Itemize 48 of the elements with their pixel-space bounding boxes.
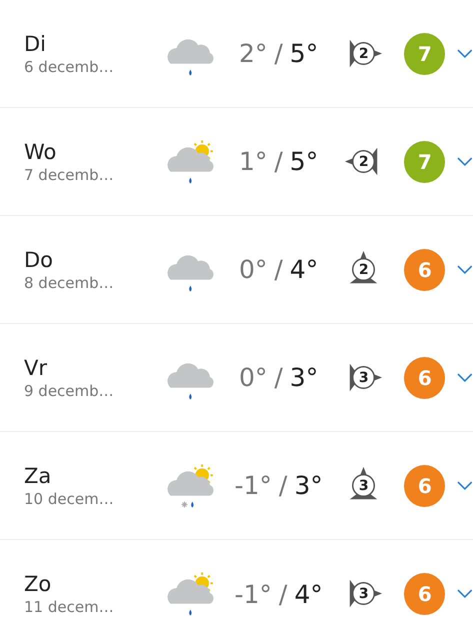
low-temperature: -1° — [234, 471, 272, 500]
date-label: 7 decemb… — [24, 166, 115, 184]
high-temperature: 5° — [290, 147, 318, 176]
chevron-down-icon[interactable] — [457, 264, 473, 274]
day-name: Di — [24, 32, 48, 56]
date-label: 6 decemb… — [24, 58, 115, 76]
chevron-down-icon[interactable] — [457, 156, 473, 166]
temperature-separator: / — [278, 580, 288, 608]
date-label: 8 decemb… — [24, 274, 115, 292]
wind-indicator: 2 — [341, 138, 386, 184]
high-temperature: 4° — [294, 580, 323, 608]
temperature-separator: / — [274, 255, 283, 284]
rating-badge: 6 — [404, 356, 446, 398]
chevron-down-icon[interactable] — [457, 480, 473, 490]
temperature-separator: / — [278, 471, 288, 500]
high-temperature: 3° — [290, 363, 318, 392]
low-temperature: 0° — [238, 255, 268, 284]
day-name: Zo — [24, 572, 52, 596]
wind-indicator: 2 — [341, 30, 386, 76]
date-label: 11 decem… — [24, 598, 115, 616]
low-temperature: 1° — [238, 147, 268, 176]
low-temperature: 2° — [238, 39, 268, 68]
day-name: Do — [24, 248, 54, 272]
wind-indicator: 3 — [341, 354, 386, 400]
chevron-down-icon[interactable] — [457, 589, 473, 599]
date-label: 9 decemb… — [24, 382, 115, 400]
high-temperature: 3° — [294, 471, 323, 500]
rating-badge: 7 — [404, 32, 446, 74]
wind-indicator: 3 — [341, 462, 386, 508]
high-temperature: 5° — [290, 39, 318, 68]
temperature-separator: / — [274, 147, 283, 176]
chevron-down-icon[interactable] — [457, 372, 473, 382]
wind-indicator: 2 — [341, 246, 386, 292]
day-name: Wo — [24, 140, 58, 164]
day-name: Za — [24, 464, 52, 488]
temperature-separator: / — [274, 39, 283, 68]
date-label: 10 decem… — [24, 490, 115, 508]
wind-indicator: 3 — [341, 571, 386, 617]
rating-badge: 6 — [404, 248, 446, 290]
temperature-separator: / — [274, 363, 283, 392]
day-name: Vr — [24, 356, 48, 380]
high-temperature: 4° — [290, 255, 318, 284]
low-temperature: -1° — [234, 580, 272, 608]
rating-badge: 6 — [404, 573, 446, 615]
low-temperature: 0° — [238, 363, 268, 392]
rating-badge: 6 — [404, 464, 446, 506]
chevron-down-icon[interactable] — [457, 48, 473, 58]
rating-badge: 7 — [404, 140, 446, 182]
